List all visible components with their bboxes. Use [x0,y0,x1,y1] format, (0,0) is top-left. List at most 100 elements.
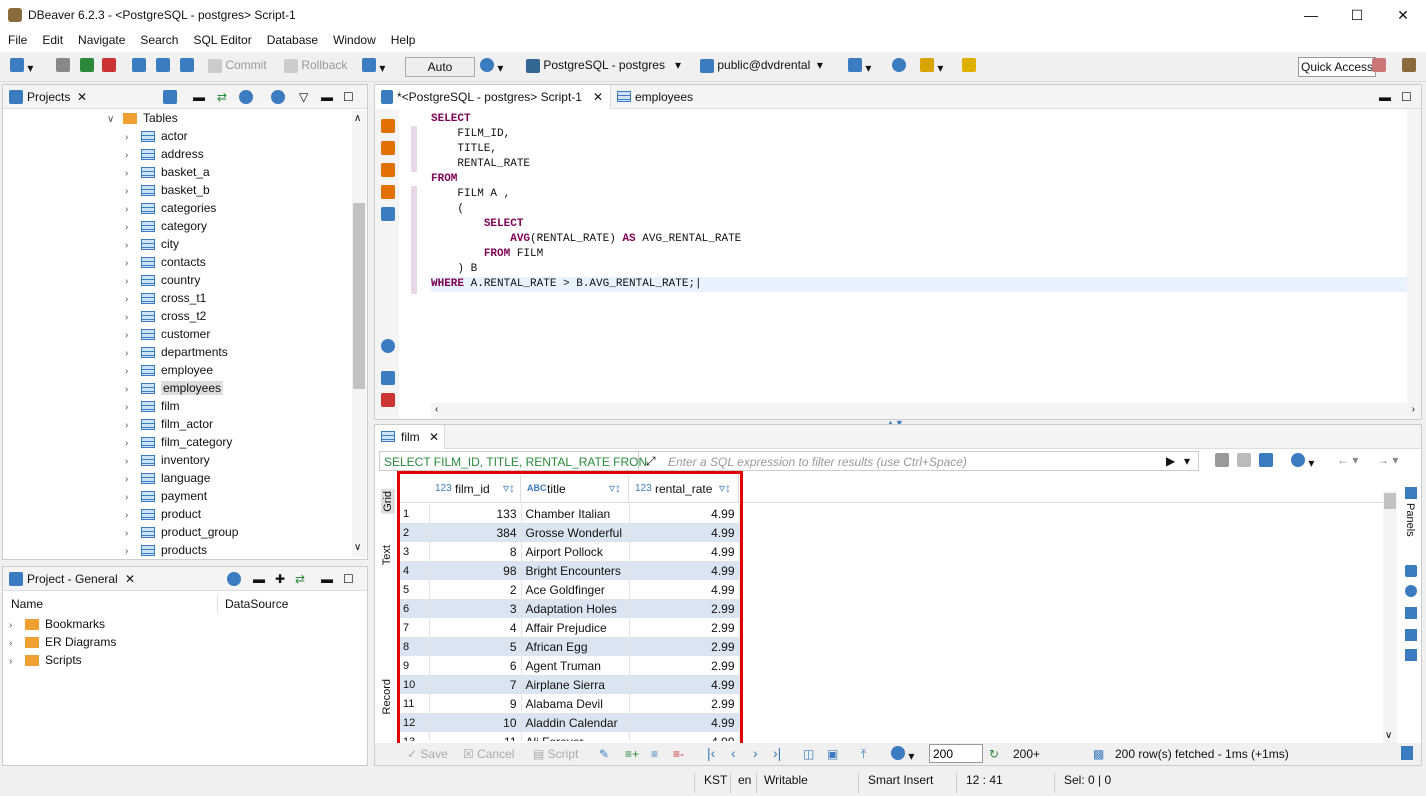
tree-table-employee[interactable]: › employee [125,363,213,381]
open-perspective-icon[interactable] [1372,58,1386,75]
scroll-down-icon[interactable]: ∨ [1385,730,1392,741]
delete-row-icon[interactable]: ≡- [673,747,684,761]
close-button[interactable]: ✕ [1380,0,1426,30]
panels-label[interactable]: Panels [1404,503,1416,537]
metadata-icon[interactable] [1405,629,1417,641]
chevron-right-icon[interactable]: › [125,204,137,215]
link-with-editor-icon[interactable]: ⇄ [295,572,305,586]
chevron-right-icon[interactable]: › [125,384,137,395]
menu-sql-editor[interactable]: SQL Editor [185,30,258,52]
link-editor-icon[interactable] [962,58,976,75]
minimize-view-icon[interactable]: ▬ [321,90,333,104]
view-menu-icon[interactable]: ▽ [299,90,308,104]
chevron-right-icon[interactable]: › [125,294,137,305]
chevron-right-icon[interactable]: › [125,546,137,557]
close-icon[interactable]: ✕ [593,90,603,104]
save-filter-icon[interactable] [1259,453,1273,470]
clear-filter-icon[interactable] [1215,453,1229,470]
menu-database[interactable]: Database [259,30,325,52]
panels-icon[interactable] [1405,487,1417,499]
tree-item-bookmarks[interactable]: › Bookmarks [9,617,105,635]
scroll-thumb[interactable] [353,203,365,389]
tree-table-products[interactable]: › products [125,543,207,561]
chevron-right-icon[interactable]: › [125,420,137,431]
back-icon[interactable]: ← ▾ [1337,453,1358,467]
tree-table-departments[interactable]: › departments [125,345,228,363]
maximize-view-icon[interactable]: ☐ [343,90,354,104]
tree-table-address[interactable]: › address [125,147,204,165]
execute-statement-icon[interactable] [381,119,395,133]
chevron-right-icon[interactable]: › [125,438,137,449]
scroll-down-icon[interactable]: ∨ [354,542,361,553]
tree-table-product[interactable]: › product [125,507,201,525]
minimize-view-icon[interactable]: ▬ [321,572,333,586]
execute-script-icon[interactable] [381,163,395,177]
tree-table-film[interactable]: › film [125,399,180,417]
chevron-right-icon[interactable]: › [125,222,137,233]
tree-table-basket_b[interactable]: › basket_b [125,183,210,201]
filter-settings-icon[interactable] [1237,453,1251,470]
first-page-icon[interactable]: |‹ [707,745,715,761]
transaction-icon[interactable] [132,58,146,75]
fetch-next-icon[interactable]: ↻ [989,747,999,761]
tree-table-actor[interactable]: › actor [125,129,188,147]
commit-button[interactable]: Commit [208,58,267,73]
editor-h-scrollbar[interactable]: ‹ › [431,403,1421,419]
expand-icon[interactable]: ⤢ [646,454,656,469]
scroll-right-icon[interactable]: › [1412,404,1415,415]
chevron-right-icon[interactable]: › [125,312,137,323]
chevron-right-icon[interactable]: › [125,150,137,161]
connect-icon[interactable] [56,58,70,75]
sql-editor-text[interactable]: SELECT FILM_ID, TITLE, RENTAL_RATE FROM F… [431,112,1421,402]
scroll-thumb[interactable] [1384,493,1396,509]
chevron-right-icon[interactable]: › [9,656,21,667]
rollback-button[interactable]: Rollback [284,58,347,73]
cancel-button[interactable]: ☒ Cancel [463,747,514,761]
disconnect-icon[interactable] [102,58,116,75]
menu-help[interactable]: Help [383,30,423,52]
link-with-editor-icon[interactable]: ⇄ [217,90,227,104]
copy-row-icon[interactable]: ≡ [651,747,658,761]
pending-transactions-icon[interactable] [180,58,194,75]
tab-record[interactable]: Record [381,679,393,714]
tab-script-1[interactable]: *<PostgreSQL - postgres> Script-1 ✕ [375,85,611,109]
scroll-left-icon[interactable]: ‹ [435,404,438,415]
menu-file[interactable]: File [0,30,34,52]
configure-icon[interactable] [239,90,253,107]
script-button[interactable]: ▤ Script [533,747,578,761]
tree-table-contacts[interactable]: › contacts [125,255,206,273]
projects-scrollbar[interactable]: ∧ ∨ [352,111,366,557]
tree-table-cross_t2[interactable]: › cross_t2 [125,309,206,327]
value-view-icon[interactable] [1405,565,1417,577]
tree-item-er-diagrams[interactable]: › ER Diagrams [9,635,116,653]
tree-table-basket_a[interactable]: › basket_a [125,165,210,183]
tools-icon[interactable]: ▾ [920,58,943,75]
chevron-right-icon[interactable]: › [125,132,137,143]
export-results-icon[interactable]: ⤒ [861,747,866,762]
last-page-icon[interactable]: ›| [773,745,781,761]
reconnect-icon[interactable] [80,58,94,75]
chevron-right-icon[interactable]: › [9,638,21,649]
references-icon[interactable] [1405,649,1417,661]
chevron-right-icon[interactable]: › [125,276,137,287]
execute-script-new-tab-icon[interactable] [381,185,395,199]
explain-plan-icon[interactable] [381,207,395,221]
chevron-down-icon[interactable]: ∨ [107,114,119,125]
save-button[interactable]: ✓ Save [407,747,448,761]
quick-access-input[interactable]: Quick Access [1298,57,1376,77]
scroll-up-icon[interactable]: ∧ [354,113,361,124]
prev-page-icon[interactable]: ‹ [731,745,736,761]
new-connection-icon[interactable]: ▾ [10,58,33,75]
grouping-icon[interactable] [1405,607,1417,619]
chevron-right-icon[interactable]: › [125,348,137,359]
chevron-right-icon[interactable]: › [125,456,137,467]
menu-search[interactable]: Search [132,30,185,52]
fullscreen-icon[interactable]: ▣ [827,747,838,761]
configure-icon[interactable] [227,572,241,589]
menu-navigate[interactable]: Navigate [70,30,132,52]
chevron-right-icon[interactable]: › [125,474,137,485]
tree-table-cross_t1[interactable]: › cross_t1 [125,291,206,309]
query-text[interactable]: SELECT FILM_ID, TITLE, RENTAL_RATE FRON [384,455,647,469]
tree-table-categories[interactable]: › categories [125,201,216,219]
chevron-right-icon[interactable]: › [125,528,137,539]
